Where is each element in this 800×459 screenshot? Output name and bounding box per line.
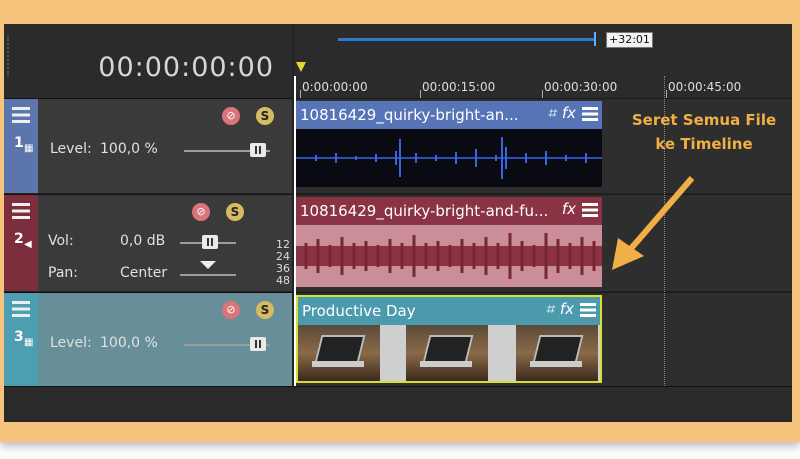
meter-tick: 48	[276, 274, 290, 287]
vol-value: 0,0 dB	[120, 233, 166, 249]
clip-icons: ⌗ fx	[541, 104, 598, 126]
ruler-tick	[666, 90, 667, 98]
ruler-tick-label: 00:00:15:00	[422, 80, 496, 94]
ruler-tick	[300, 90, 301, 98]
video-icon: ▦	[24, 337, 34, 348]
level-label: Level:	[50, 335, 92, 351]
duration-badge: +32:01	[606, 32, 653, 48]
timeline-clip[interactable]: 10816429_quirky-bright-an... ⌗ fx	[296, 101, 602, 189]
audio-level-meter: 12 24 36 48	[258, 239, 290, 291]
crop-icon[interactable]: ⌗	[545, 300, 553, 318]
video-thumbnail	[406, 325, 488, 381]
ruler-tick-label: 00:00:45:00	[668, 80, 742, 94]
track-number: 3	[14, 329, 24, 345]
audio-icon: ◀	[24, 239, 32, 250]
track-header-1[interactable]: 1 ▦ ⊘ S Level: 100,0 %	[4, 98, 292, 193]
level-value: 100,0 %	[100, 141, 158, 157]
callout-line-2: ke Timeline	[655, 135, 753, 153]
callout-line-1: Seret Semua File	[631, 111, 777, 129]
timeline-clip-selected[interactable]: Productive Day ⌗ fx	[296, 295, 602, 383]
solo-icon[interactable]: S	[226, 203, 244, 221]
ruler-tick-label: 0:00:00:00	[302, 80, 368, 94]
clip-menu-icon[interactable]	[580, 302, 596, 317]
fx-icon[interactable]: fx	[560, 300, 574, 318]
pan-slider-knob[interactable]	[200, 261, 216, 269]
fx-icon[interactable]: fx	[562, 104, 576, 122]
fx-icon[interactable]: fx	[562, 200, 576, 218]
ruler-tick-label: 00:00:30:00	[544, 80, 618, 94]
track-menu-icon[interactable]	[12, 203, 30, 219]
track-number: 2	[14, 231, 24, 247]
solo-icon[interactable]: S	[256, 301, 274, 319]
audio-waveform	[296, 129, 602, 187]
crop-icon[interactable]: ⌗	[547, 104, 555, 122]
timecode-panel: 00:00:00:00	[4, 24, 292, 99]
audio-waveform	[296, 225, 602, 287]
empty-track-area[interactable]	[4, 386, 792, 422]
level-value: 100,0 %	[100, 335, 158, 351]
playhead-cursor[interactable]	[294, 76, 296, 422]
pan-slider[interactable]	[180, 274, 236, 276]
mute-icon[interactable]: ⊘	[222, 301, 240, 319]
track-lane-3[interactable]: Productive Day ⌗ fx	[294, 292, 792, 387]
clip-menu-icon[interactable]	[582, 106, 598, 121]
video-thumbnail	[516, 325, 598, 381]
video-thumbnail	[298, 325, 380, 381]
vol-slider-knob[interactable]	[202, 235, 218, 249]
arrow-icon	[612, 176, 695, 270]
clip-menu-icon[interactable]	[582, 202, 598, 217]
playhead-marker-icon[interactable]	[296, 62, 306, 72]
timeline-ruler-area[interactable]: +32:01 0:00:00:00 00:00:15:00 00:00:30:0…	[294, 24, 792, 98]
loop-region-bar[interactable]	[338, 38, 596, 41]
level-slider-knob[interactable]	[250, 337, 266, 351]
vegas-timeline-window: 00:00:00:00 1 ▦ ⊘ S Level: 100,0 % 2 ◀ ⊘…	[4, 24, 792, 422]
ruler-tick	[420, 90, 421, 98]
video-icon: ▦	[24, 143, 34, 154]
mute-icon[interactable]: ⊘	[192, 203, 210, 221]
pan-value: Center	[120, 265, 168, 281]
pan-label: Pan:	[48, 265, 78, 281]
grip-handle[interactable]	[7, 36, 13, 76]
time-ruler[interactable]: 0:00:00:00 00:00:15:00 00:00:30:00 00:00…	[294, 76, 792, 98]
instruction-callout: Seret Semua File ke Timeline	[624, 108, 784, 156]
solo-icon[interactable]: S	[256, 107, 274, 125]
track-lane-2[interactable]: 10816429_quirky-bright-and-fu... fx	[294, 194, 792, 291]
track-color-bar: 3 ▦	[4, 293, 38, 387]
video-thumbnails	[298, 325, 600, 381]
ruler-tick	[542, 90, 543, 98]
track-color-bar: 1 ▦	[4, 99, 38, 193]
vol-label: Vol:	[48, 233, 74, 249]
track-number: 1	[14, 135, 24, 151]
track-header-2[interactable]: 2 ◀ ⊘ S Vol: 0,0 dB Pan: Center 12 24 36…	[4, 194, 292, 291]
clip-icons: ⌗ fx	[539, 300, 596, 322]
track-menu-icon[interactable]	[12, 301, 30, 317]
loop-region-end[interactable]	[594, 32, 596, 46]
timeline-clip[interactable]: 10816429_quirky-bright-and-fu... fx	[296, 197, 602, 287]
timecode-display: 00:00:00:00	[98, 52, 274, 83]
mute-icon[interactable]: ⊘	[222, 107, 240, 125]
track-color-bar: 2 ◀	[4, 195, 38, 291]
track-menu-icon[interactable]	[12, 107, 30, 123]
clip-icons: fx	[556, 200, 598, 222]
level-slider-knob[interactable]	[250, 143, 266, 157]
level-label: Level:	[50, 141, 92, 157]
track-header-3[interactable]: 3 ▦ ⊘ S Level: 100,0 %	[4, 292, 292, 387]
